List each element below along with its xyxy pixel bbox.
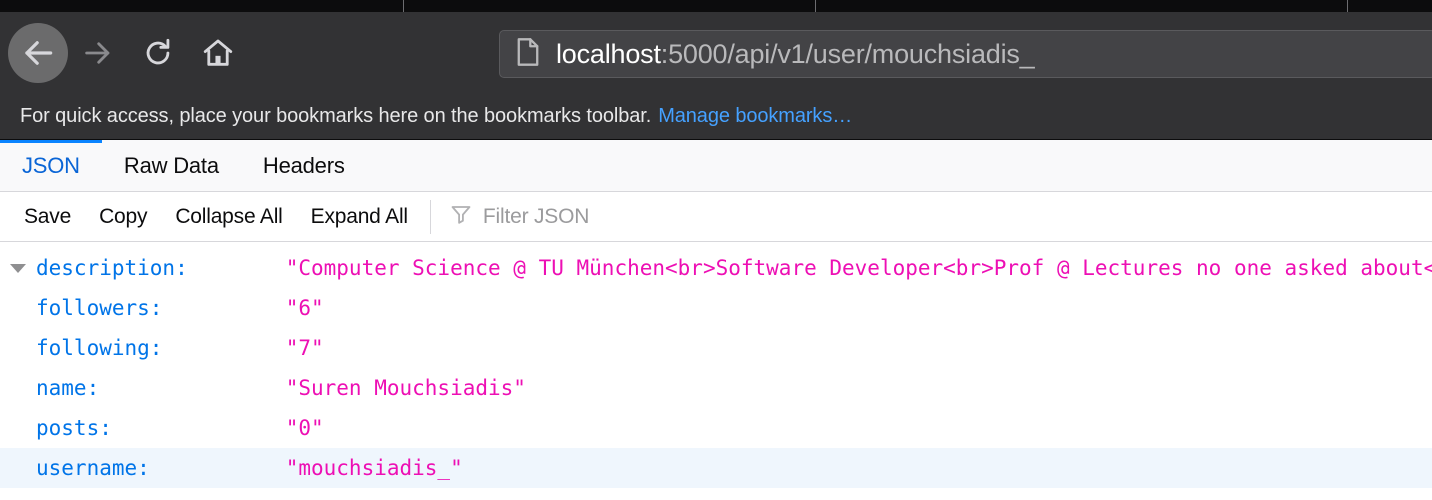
browser-tab-strip[interactable] xyxy=(0,0,1432,12)
viewer-tab-bar: JSON Raw Data Headers xyxy=(0,140,1432,192)
tab-raw-data[interactable]: Raw Data xyxy=(102,140,241,191)
address-bar-text: localhost:5000/api/v1/user/mouchsiadis_ xyxy=(556,39,1035,70)
copy-button[interactable]: Copy xyxy=(85,192,161,242)
filter-json-input[interactable]: Filter JSON xyxy=(435,192,589,242)
json-key: description: xyxy=(36,256,188,280)
manage-bookmarks-link[interactable]: Manage bookmarks… xyxy=(658,105,852,128)
back-button[interactable] xyxy=(8,23,68,83)
json-viewer: JSON Raw Data Headers Save Copy Collapse… xyxy=(0,140,1432,488)
reload-icon xyxy=(141,36,175,70)
document-icon xyxy=(514,37,542,72)
url-host: localhost xyxy=(556,38,661,69)
tab-separator xyxy=(815,0,816,12)
json-row-list: description: "Computer Science @ TU Münc… xyxy=(0,242,1432,488)
table-row[interactable]: username: "mouchsiadis_" xyxy=(0,448,1432,488)
home-icon xyxy=(201,36,235,70)
json-viewer-toolbar: Save Copy Collapse All Expand All Filter… xyxy=(0,192,1432,242)
json-value: "7" xyxy=(285,336,324,360)
forward-arrow-icon xyxy=(81,36,115,70)
tab-json[interactable]: JSON xyxy=(0,140,102,191)
bookmarks-empty-message: For quick access, place your bookmarks h… xyxy=(20,105,652,127)
json-value: "6" xyxy=(285,296,324,320)
browser-chrome: localhost:5000/api/v1/user/mouchsiadis_ … xyxy=(0,0,1432,140)
json-value: "0" xyxy=(285,416,324,440)
navigation-toolbar: localhost:5000/api/v1/user/mouchsiadis_ xyxy=(0,12,1432,94)
forward-button[interactable] xyxy=(68,23,128,83)
tab-separator xyxy=(1347,0,1348,12)
chevron-down-icon xyxy=(10,263,26,273)
tab-json-label: JSON xyxy=(22,152,80,178)
home-button[interactable] xyxy=(188,23,248,83)
json-key: username: xyxy=(36,456,150,480)
table-row[interactable]: name: "Suren Mouchsiadis" xyxy=(0,368,1432,408)
tab-headers-label: Headers xyxy=(262,152,345,178)
tab-separator xyxy=(403,0,404,12)
json-key: following: xyxy=(36,336,163,360)
table-row[interactable]: posts: "0" xyxy=(0,408,1432,448)
tab-raw-data-label: Raw Data xyxy=(123,152,219,178)
expand-all-button[interactable]: Expand All xyxy=(297,192,422,242)
json-value: "Suren Mouchsiadis" xyxy=(285,376,526,400)
bookmarks-toolbar: For quick access, place your bookmarks h… xyxy=(0,94,1432,140)
json-value: "mouchsiadis_" xyxy=(285,456,463,480)
filter-json-placeholder: Filter JSON xyxy=(482,204,590,228)
json-key: posts: xyxy=(36,416,112,440)
table-row[interactable]: followers: "6" xyxy=(0,288,1432,328)
save-button[interactable]: Save xyxy=(10,192,85,242)
back-arrow-icon xyxy=(19,34,57,72)
expand-toggle[interactable] xyxy=(0,263,36,273)
table-row[interactable]: following: "7" xyxy=(0,328,1432,368)
json-value: "Computer Science @ TU München<br>Softwa… xyxy=(285,256,1432,280)
tab-headers[interactable]: Headers xyxy=(241,140,367,191)
json-key: followers: xyxy=(36,296,163,320)
url-path: :5000/api/v1/user/mouchsiadis_ xyxy=(660,38,1035,69)
table-row[interactable]: description: "Computer Science @ TU Münc… xyxy=(0,248,1432,288)
collapse-all-button[interactable]: Collapse All xyxy=(161,192,296,242)
json-key: name: xyxy=(36,376,100,400)
reload-button[interactable] xyxy=(128,23,188,83)
toolbar-divider xyxy=(429,199,431,234)
address-bar[interactable]: localhost:5000/api/v1/user/mouchsiadis_ xyxy=(499,30,1432,78)
filter-funnel-icon xyxy=(449,202,473,231)
